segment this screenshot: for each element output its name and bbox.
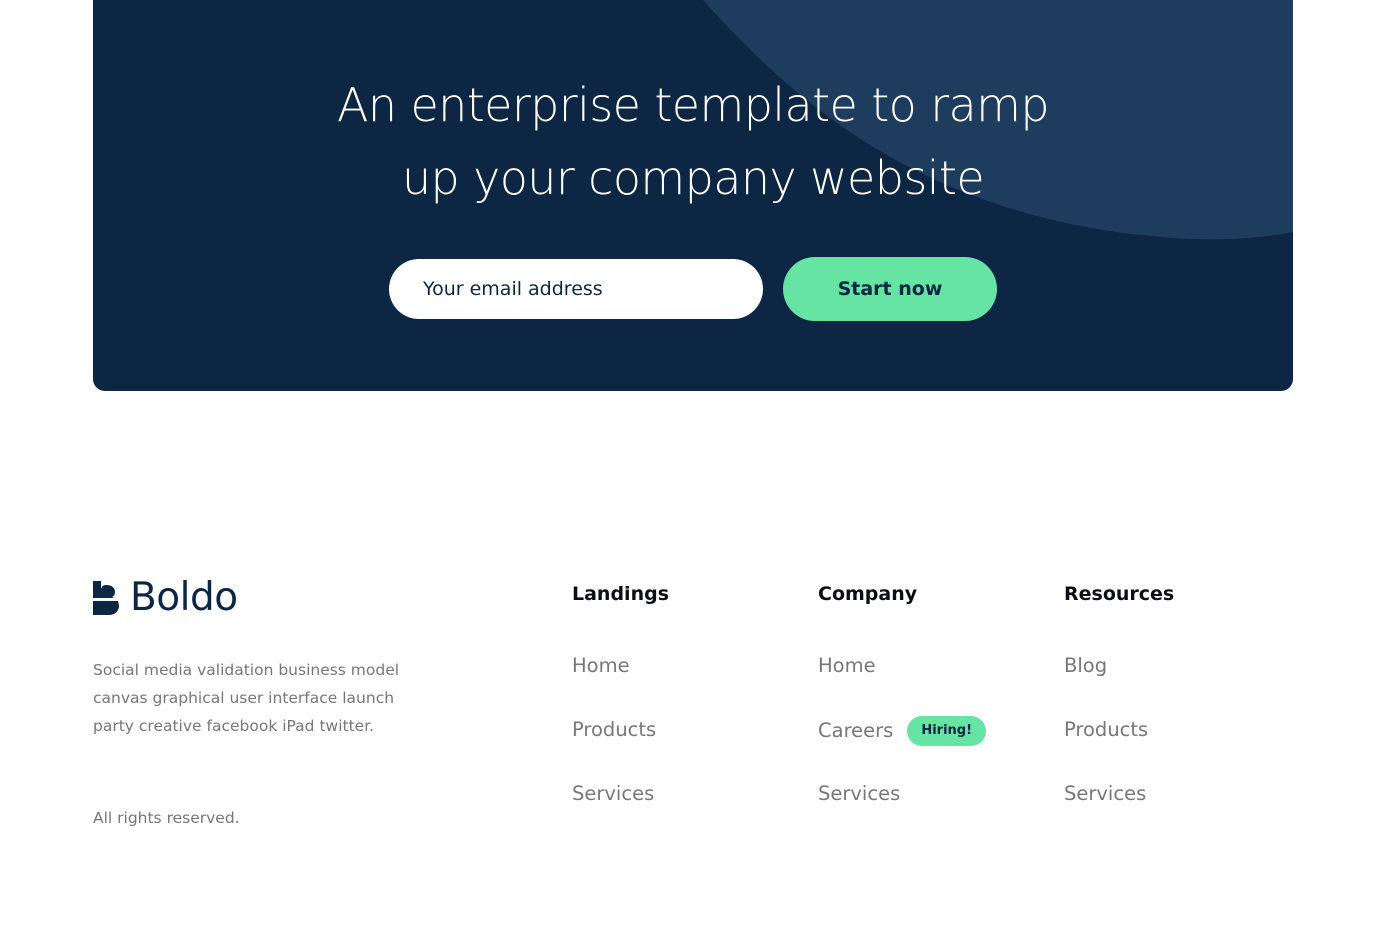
cta-title-line-1: An enterprise template to ramp — [337, 78, 1050, 132]
brand-logo[interactable]: Boldo — [93, 576, 238, 620]
footer-column-resources: Resources Blog Products Services — [1064, 580, 1284, 805]
footer-about-text: Social media validation business model c… — [93, 661, 400, 735]
copyright-text: All rights reserved. — [93, 809, 240, 827]
footer-link-blog[interactable]: Blog — [1064, 652, 1107, 680]
footer-link-services[interactable]: Services — [572, 780, 654, 808]
footer-link-careers[interactable]: Careers — [818, 717, 893, 745]
cta-title-line-2: up your company website — [401, 151, 985, 205]
footer-column-company: Company Home Careers Hiring! Services — [818, 580, 1038, 805]
footer-link-home[interactable]: Home — [572, 652, 630, 680]
brand-name: Boldo — [130, 575, 238, 620]
start-now-button[interactable]: Start now — [783, 257, 997, 321]
email-input[interactable] — [389, 259, 763, 319]
footer-column-landings: Landings Home Products Services — [572, 580, 792, 805]
hiring-badge: Hiring! — [907, 716, 987, 746]
footer-link-services[interactable]: Services — [1064, 780, 1146, 808]
footer-link-products[interactable]: Products — [572, 716, 656, 744]
boldo-logo-icon — [93, 581, 119, 615]
footer-link-products[interactable]: Products — [1064, 716, 1148, 744]
cta-banner: An enterprise template to ramp up your c… — [93, 0, 1293, 391]
column-heading: Resources — [1064, 583, 1175, 605]
footer-link-home[interactable]: Home — [818, 652, 876, 680]
cta-title: An enterprise template to ramp up your c… — [93, 69, 1293, 215]
footer-link-services[interactable]: Services — [818, 780, 900, 808]
column-heading: Company — [818, 583, 918, 605]
column-heading: Landings — [572, 583, 670, 605]
